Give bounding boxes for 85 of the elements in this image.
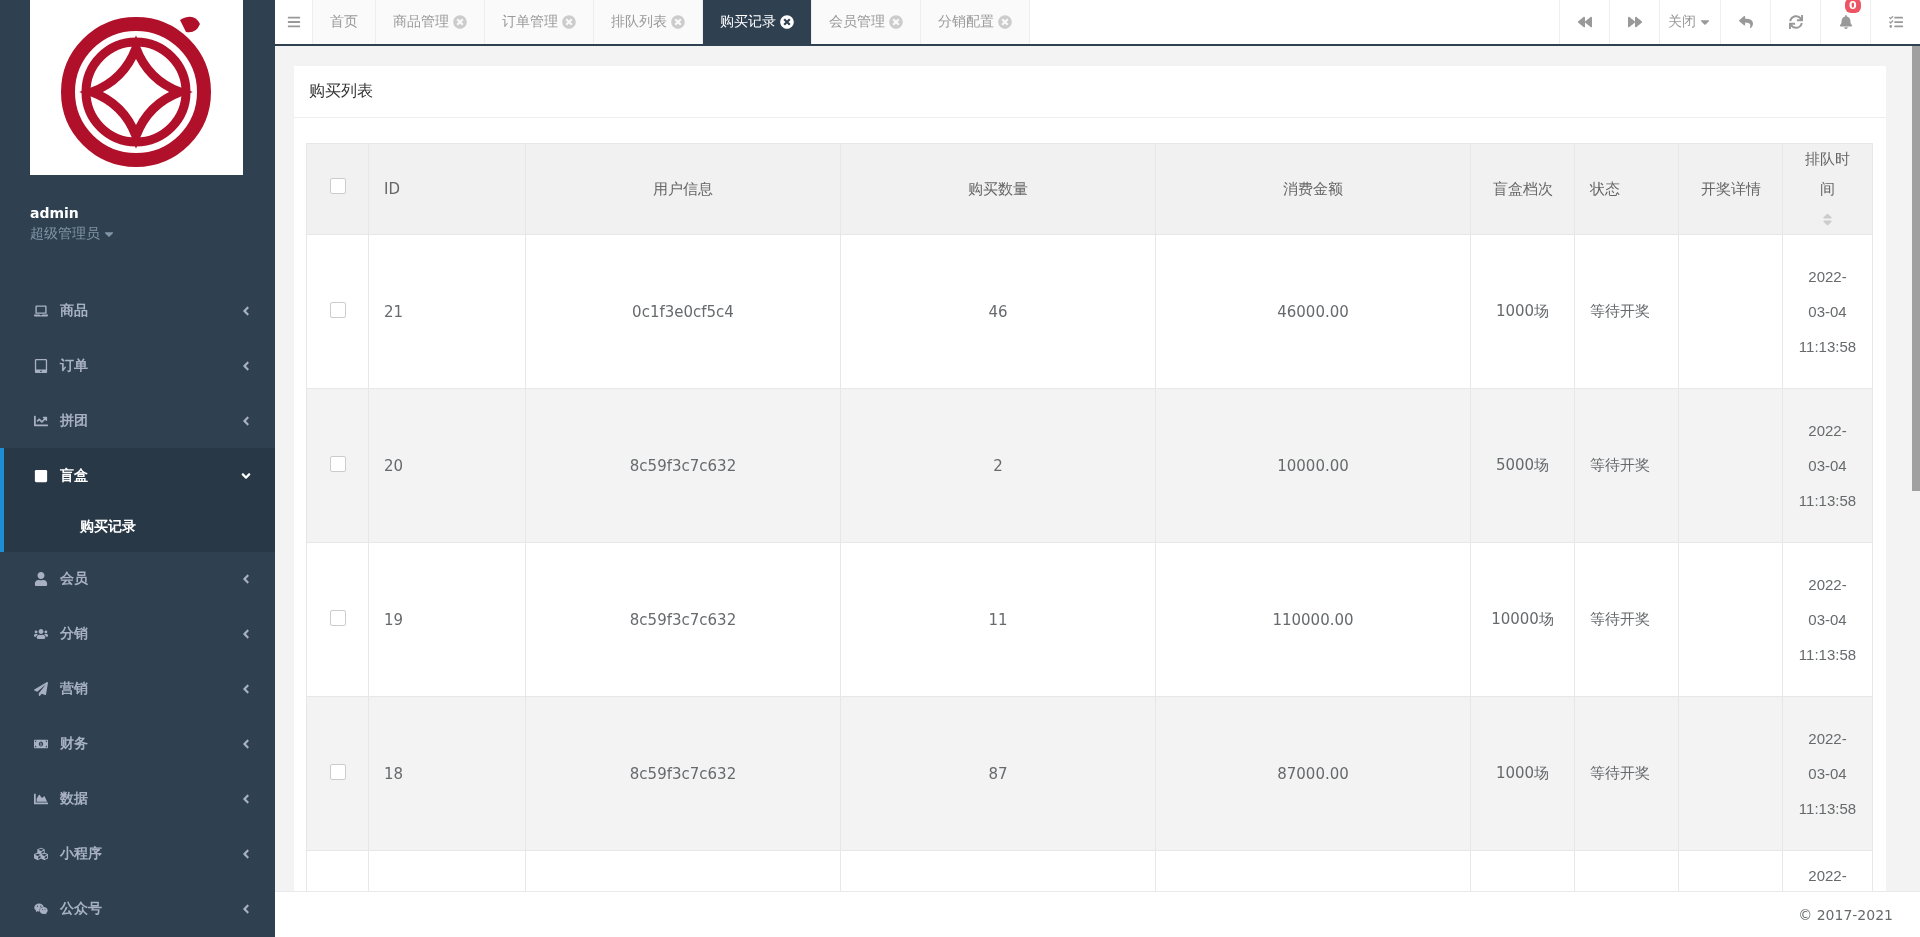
- table-cell: 2022-03-04 11:13:58: [1798, 422, 1857, 509]
- tablet-icon: [34, 358, 48, 373]
- user-icon: [34, 572, 48, 587]
- table-cell: 21: [384, 302, 404, 321]
- table-cell: 8c59f3c7c632: [629, 610, 737, 629]
- page-tab[interactable]: 商品管理: [376, 0, 485, 44]
- table-cell: 8c59f3c7c632: [629, 456, 737, 475]
- page-tab[interactable]: 会员管理: [812, 0, 921, 44]
- reply-arrow-icon: [1738, 15, 1753, 29]
- table-cell: 2022-03-04 11:13:58: [1798, 268, 1857, 355]
- area-chart-icon: [34, 792, 48, 807]
- table-cell: 18: [384, 764, 404, 783]
- column-header: 排队时间: [1804, 149, 1851, 200]
- user-role-dropdown[interactable]: 超级管理员: [30, 225, 116, 243]
- user-name: admin: [30, 205, 79, 221]
- column-header: 用户信息: [653, 180, 713, 198]
- table-cell: 10000.00: [1277, 456, 1349, 475]
- row-checkbox[interactable]: [329, 455, 346, 472]
- sidebar-menu-item[interactable]: 公众号: [0, 881, 275, 937]
- table-cell: 2022-03-04 11:13:58: [1798, 730, 1857, 817]
- table-cell: 87000.00: [1277, 764, 1349, 783]
- table-cell: 19: [384, 610, 404, 629]
- row-checkbox[interactable]: [329, 301, 346, 318]
- column-header: 开奖详情: [1700, 180, 1761, 198]
- sidebar-menu-item[interactable]: 订单: [0, 338, 275, 394]
- sidebar-menu-item[interactable]: 盲盒: [0, 448, 275, 504]
- copyright-text: © 2017-2021: [1798, 906, 1893, 923]
- laptop-icon: [34, 303, 48, 318]
- sidebar-menu-item[interactable]: 分销: [0, 606, 275, 662]
- table-cell: 46000.00: [1277, 302, 1349, 321]
- page-tab[interactable]: 分销配置: [921, 0, 1030, 44]
- sidebar-submenu-item[interactable]: 购买记录: [0, 503, 275, 552]
- column-header: 盲盒档次: [1492, 180, 1553, 198]
- line-chart-icon: [34, 413, 48, 428]
- table-cell: 110000.00: [1272, 610, 1354, 629]
- column-header: 消费金额: [1283, 180, 1343, 198]
- chat-bubbles-icon: [34, 902, 48, 917]
- sidebar-menu-item[interactable]: 财务: [0, 716, 275, 772]
- sidebar-menu-item[interactable]: 商品: [0, 283, 275, 339]
- table-cell: 8c59f3c7c632: [629, 764, 737, 783]
- scrollbar-thumb[interactable]: [1912, 46, 1920, 491]
- row-checkbox[interactable]: [329, 763, 346, 780]
- menu-icon: [286, 15, 301, 29]
- select-all-checkbox[interactable]: [329, 178, 346, 194]
- refresh-icon: [1788, 15, 1803, 29]
- table-cell: 等待开奖: [1590, 610, 1650, 628]
- table-cell: 2022-03-04 11:13:58: [1798, 576, 1857, 663]
- row-checkbox[interactable]: [329, 609, 346, 626]
- list-icon: [1888, 15, 1903, 29]
- table-cell: 46: [988, 302, 1008, 321]
- table-cell: 等待开奖: [1590, 456, 1650, 474]
- close-icon[interactable]: [780, 15, 794, 29]
- page-tab[interactable]: 排队列表: [594, 0, 703, 44]
- sort-icon[interactable]: [1820, 212, 1835, 227]
- table-cell: 1000场: [1495, 302, 1550, 320]
- cubes-icon: [34, 847, 48, 862]
- table-cell: 11: [988, 610, 1008, 629]
- sidebar-menu-item[interactable]: 拼团: [0, 393, 275, 449]
- rewind-icon: [1577, 15, 1592, 29]
- table-cell: 10000场: [1491, 610, 1554, 628]
- page-tab[interactable]: 首页: [313, 0, 376, 44]
- bell-icon: [1838, 15, 1853, 29]
- fast-forward-icon: [1627, 15, 1642, 29]
- card-title: 购买列表: [309, 81, 373, 102]
- users-icon: [34, 627, 48, 642]
- sidebar-menu-item[interactable]: 营销: [0, 661, 275, 717]
- table-cell: 等待开奖: [1590, 302, 1650, 320]
- table-cell: 20: [384, 456, 404, 475]
- table-cell: 2022-: [1808, 867, 1847, 884]
- sidebar-menu-item[interactable]: 数据: [0, 771, 275, 827]
- table-cell: 87: [988, 764, 1008, 783]
- sidebar-menu-item[interactable]: 小程序: [0, 826, 275, 882]
- column-header: ID: [384, 180, 400, 198]
- table-cell: 2: [993, 456, 1003, 475]
- sidebar-menu-item[interactable]: 会员: [0, 551, 275, 607]
- paper-plane-icon: [34, 682, 48, 697]
- page-tab[interactable]: 订单管理: [485, 0, 594, 44]
- table-cell: 等待开奖: [1590, 764, 1650, 782]
- table-cell: 5000场: [1495, 456, 1550, 474]
- table-cell: 1000场: [1495, 764, 1550, 782]
- column-header: 购买数量: [968, 180, 1028, 198]
- notification-count: 0: [1845, 0, 1861, 13]
- page-tab[interactable]: 购买记录: [703, 0, 812, 44]
- table-cell: 0c1f3e0cf5c4: [632, 302, 734, 321]
- column-header: 状态: [1590, 180, 1620, 198]
